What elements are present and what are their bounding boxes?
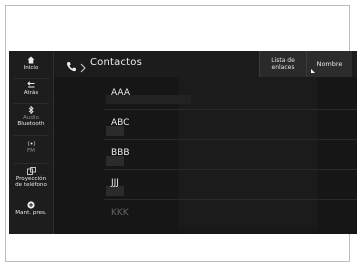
link-list-button-label: Lista de enlaces — [271, 56, 295, 72]
selected-corner-icon — [311, 69, 315, 73]
sidebar-item-label: Mant. pres. — [15, 210, 47, 216]
phone-projection-icon — [26, 167, 36, 175]
sidebar-item-label-2: Bluetooth — [17, 121, 45, 128]
chevron-right-icon — [80, 58, 86, 77]
plus-icon — [27, 201, 35, 209]
radio-icon — [27, 139, 36, 147]
sidebar-divider — [13, 103, 49, 104]
sidebar-divider — [13, 135, 49, 136]
sidebar-item-fm[interactable]: FM — [9, 139, 53, 154]
sidebar-item-back[interactable]: Atrás — [9, 81, 53, 96]
sort-by-name-button-label: Nombre — [316, 60, 343, 68]
sidebar: Inicio Atrás Audio Bluetooth FM Proyecci… — [9, 51, 54, 234]
contact-name: ABC — [111, 118, 130, 128]
sidebar-item-label: FM — [26, 148, 36, 154]
contact-row[interactable]: JJJ — [54, 170, 357, 200]
contact-name: AAA — [111, 88, 130, 98]
contact-row[interactable]: ABC — [54, 110, 357, 140]
link-list-button[interactable]: Lista de enlaces — [259, 51, 306, 77]
home-icon — [27, 56, 35, 64]
sidebar-item-phone-projection[interactable]: Proyección de teléfono — [9, 167, 53, 189]
sort-by-name-button[interactable]: Nombre — [306, 51, 352, 77]
sidebar-item-label-2: de teléfono — [15, 182, 47, 189]
contact-list[interactable]: AAA ABC BBB JJJ KKK — [54, 77, 357, 234]
contact-name: JJJ — [111, 178, 119, 188]
sidebar-divider — [13, 163, 49, 164]
sidebar-item-audio-bluetooth[interactable]: Audio Bluetooth — [9, 106, 53, 128]
infotainment-screen: Inicio Atrás Audio Bluetooth FM Proyecci… — [9, 51, 357, 234]
contact-name: BBB — [111, 148, 130, 158]
contact-row[interactable]: BBB — [54, 140, 357, 170]
sidebar-divider — [13, 78, 49, 79]
page-title: Contactos — [90, 57, 143, 68]
bluetooth-icon — [28, 106, 34, 114]
sidebar-item-home[interactable]: Inicio — [9, 56, 53, 71]
contact-name: KKK — [111, 208, 129, 218]
sidebar-item-label: Atrás — [23, 90, 39, 96]
phone-icon — [66, 57, 77, 76]
list-fade — [54, 222, 357, 234]
sidebar-item-press-hold[interactable]: Mant. pres. — [9, 201, 53, 216]
header-bar: Contactos Lista de enlaces Nombre — [54, 51, 357, 77]
back-icon — [26, 81, 36, 89]
contact-row[interactable]: AAA — [54, 80, 357, 110]
sidebar-item-label: Inicio — [23, 65, 39, 71]
